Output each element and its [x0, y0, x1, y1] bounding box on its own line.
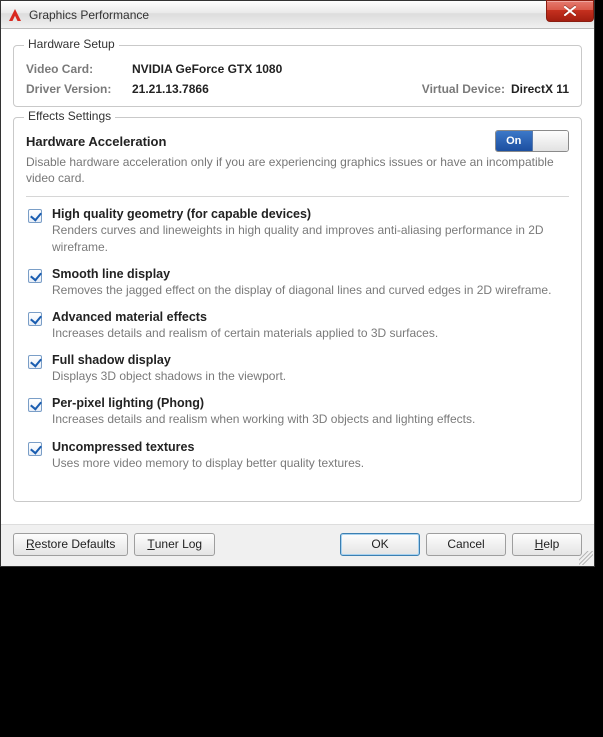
toggle-off-half	[533, 131, 569, 151]
separator	[26, 196, 569, 197]
effect-option-desc: Uses more video memory to display better…	[52, 455, 569, 471]
effect-option-body: Per-pixel lighting (Phong)Increases deta…	[52, 396, 569, 427]
hardware-accel-toggle[interactable]: On	[495, 130, 569, 152]
close-button[interactable]	[546, 0, 594, 22]
dialog-window: Graphics Performance Hardware Setup Vide…	[0, 0, 595, 567]
effect-option: Uncompressed texturesUses more video mem…	[28, 440, 569, 471]
effect-option-title: Uncompressed textures	[52, 440, 569, 454]
dialog-button-row: Restore Defaults Tuner Log OK Cancel Hel…	[1, 524, 594, 566]
virtual-device-value: DirectX 11	[511, 82, 569, 96]
effect-option-desc: Renders curves and lineweights in high q…	[52, 222, 569, 254]
window-title: Graphics Performance	[29, 8, 149, 22]
ok-button[interactable]: OK	[340, 533, 420, 556]
effect-option-checkbox[interactable]	[28, 312, 42, 326]
driver-version-value: 21.21.13.7866	[132, 82, 209, 96]
effect-option-desc: Displays 3D object shadows in the viewpo…	[52, 368, 569, 384]
effect-option-body: Full shadow displayDisplays 3D object sh…	[52, 353, 569, 384]
effects-settings-group: Effects Settings Hardware Acceleration O…	[13, 117, 582, 502]
effect-option-checkbox[interactable]	[28, 269, 42, 283]
effects-settings-title: Effects Settings	[24, 109, 115, 123]
effect-option-desc: Removes the jagged effect on the display…	[52, 282, 569, 298]
effect-option: Full shadow displayDisplays 3D object sh…	[28, 353, 569, 384]
help-button[interactable]: Help	[512, 533, 582, 556]
hardware-setup-title: Hardware Setup	[24, 37, 119, 51]
hardware-accel-desc: Disable hardware acceleration only if yo…	[26, 154, 569, 186]
effect-option-desc: Increases details and realism when worki…	[52, 411, 569, 427]
effect-option-desc: Increases details and realism of certain…	[52, 325, 569, 341]
virtual-device-label: Virtual Device:	[422, 82, 505, 96]
tuner-log-button[interactable]: Tuner Log	[134, 533, 215, 556]
restore-defaults-button[interactable]: Restore Defaults	[13, 533, 128, 556]
toggle-on-label: On	[496, 131, 533, 151]
effect-option: Per-pixel lighting (Phong)Increases deta…	[28, 396, 569, 427]
effect-option-title: Smooth line display	[52, 267, 569, 281]
video-card-value: NVIDIA GeForce GTX 1080	[132, 62, 282, 76]
effect-option-title: High quality geometry (for capable devic…	[52, 207, 569, 221]
effect-option: Advanced material effectsIncreases detai…	[28, 310, 569, 341]
effect-option-checkbox[interactable]	[28, 209, 42, 223]
effect-option: High quality geometry (for capable devic…	[28, 207, 569, 254]
effect-option-body: Uncompressed texturesUses more video mem…	[52, 440, 569, 471]
titlebar: Graphics Performance	[1, 1, 594, 29]
effect-option-title: Per-pixel lighting (Phong)	[52, 396, 569, 410]
effect-option-body: Advanced material effectsIncreases detai…	[52, 310, 569, 341]
cancel-button[interactable]: Cancel	[426, 533, 506, 556]
hardware-accel-title: Hardware Acceleration	[26, 134, 166, 149]
effect-option-checkbox[interactable]	[28, 355, 42, 369]
effect-option-body: Smooth line displayRemoves the jagged ef…	[52, 267, 569, 298]
dialog-content: Hardware Setup Video Card: NVIDIA GeForc…	[1, 29, 594, 524]
app-icon	[7, 7, 23, 23]
effect-option-body: High quality geometry (for capable devic…	[52, 207, 569, 254]
effect-option-title: Full shadow display	[52, 353, 569, 367]
video-card-label: Video Card:	[26, 62, 126, 76]
driver-version-label: Driver Version:	[26, 82, 126, 96]
effect-option: Smooth line displayRemoves the jagged ef…	[28, 267, 569, 298]
effect-option-checkbox[interactable]	[28, 442, 42, 456]
hardware-setup-group: Hardware Setup Video Card: NVIDIA GeForc…	[13, 45, 582, 107]
effect-option-title: Advanced material effects	[52, 310, 569, 324]
effect-option-checkbox[interactable]	[28, 398, 42, 412]
resize-grip[interactable]	[579, 551, 593, 565]
